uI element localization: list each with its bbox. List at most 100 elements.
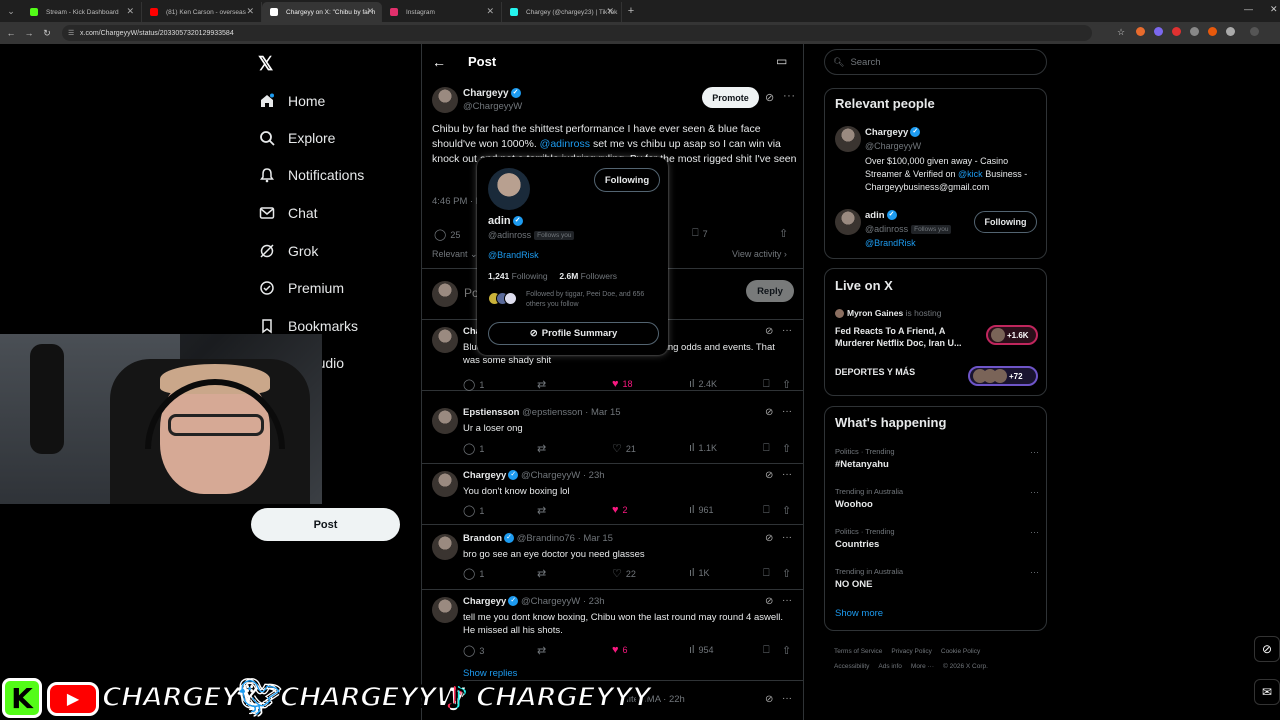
- person-handle[interactable]: @ChargeyyW: [865, 141, 921, 151]
- bio-link[interactable]: @BrandRisk: [865, 237, 1040, 250]
- more-options-icon[interactable]: ···: [783, 90, 796, 102]
- promote-button[interactable]: Promote: [702, 87, 759, 108]
- following-button[interactable]: Following: [974, 211, 1037, 233]
- reader-mode-icon[interactable]: ▭: [776, 54, 787, 68]
- repost-action[interactable]: ⇄: [537, 567, 550, 580]
- compose-post-button[interactable]: Post: [251, 508, 400, 541]
- comment-item[interactable]: Chargeyy ✓ @ChargeyyW · 23h ⊘ ··· You don…: [422, 465, 803, 525]
- footer-link[interactable]: More ···: [911, 663, 934, 670]
- author-avatar[interactable]: [432, 87, 458, 113]
- reply-action[interactable]: ◯ 3: [463, 644, 484, 657]
- tweet-timestamp[interactable]: 4:46 PM · M: [432, 196, 484, 207]
- more-options-icon[interactable]: ···: [782, 693, 792, 704]
- person-avatar[interactable]: [835, 209, 861, 235]
- hovercard-handle[interactable]: @adinross Follows you: [488, 230, 575, 241]
- reply-action[interactable]: ◯ 1: [463, 442, 484, 455]
- trend-item[interactable]: Politics · Trending #Netanyahu: [835, 447, 895, 470]
- reply-action[interactable]: ◯ 25: [434, 228, 460, 241]
- extension-icon[interactable]: [1172, 27, 1181, 36]
- site-info-icon[interactable]: ☰: [68, 29, 74, 37]
- hovercard-name[interactable]: adin ✓: [488, 215, 523, 227]
- like-action[interactable]: ♥ 18: [612, 378, 633, 390]
- more-options-icon[interactable]: ···: [782, 532, 792, 543]
- commenter-handle[interactable]: @ChargeyyW: [521, 596, 580, 607]
- trend-more-icon[interactable]: ···: [1030, 567, 1039, 577]
- footer-link[interactable]: Privacy Policy: [891, 648, 931, 655]
- url-field[interactable]: ☰ x.com/ChargeyyW/status/203305732012993…: [62, 25, 1092, 41]
- browser-tab-youtube[interactable]: (81) Ken Carson - overseas ✕: [142, 2, 262, 22]
- following-count[interactable]: 1,241: [488, 271, 509, 281]
- author-name[interactable]: Chargeyy ✓: [463, 88, 521, 99]
- like-action[interactable]: ♥ 6: [612, 644, 628, 656]
- profile-summary-button[interactable]: ⊘ Profile Summary: [488, 322, 659, 345]
- bookmark-action[interactable]: ⎕: [763, 378, 774, 391]
- like-action[interactable]: ♥ 2: [612, 504, 628, 516]
- browser-tab-tiktok[interactable]: Chargey (@chargey23) | TikTok ✕: [502, 2, 622, 22]
- grok-explain-icon[interactable]: ⊘: [765, 326, 773, 337]
- bio-link[interactable]: @kick: [958, 169, 983, 179]
- comment-time[interactable]: · Mar 15: [585, 407, 620, 418]
- comment-time[interactable]: · Mar 15: [578, 533, 613, 544]
- share-action[interactable]: ⇧: [782, 378, 795, 391]
- live-host[interactable]: Myron Gaines is hosting: [835, 308, 942, 319]
- nav-item-chat[interactable]: Chat: [258, 201, 318, 225]
- share-action[interactable]: ⇧: [782, 504, 795, 517]
- nav-item-explore[interactable]: Explore: [258, 126, 335, 150]
- view-activity-link[interactable]: View activity ›: [732, 249, 787, 259]
- followers-count[interactable]: 2.6M: [559, 271, 578, 281]
- like-action[interactable]: ♡ 21: [612, 442, 636, 455]
- browser-tab-instagram[interactable]: Instagram ✕: [382, 2, 502, 22]
- footer-link[interactable]: Accessibility: [834, 663, 869, 670]
- nav-item-home[interactable]: Home: [258, 89, 325, 113]
- tab-close-icon[interactable]: ✕: [366, 6, 374, 17]
- bookmark-action[interactable]: ⎕: [763, 644, 774, 657]
- views-action[interactable]: ıl 1.1K: [689, 442, 717, 454]
- live-title[interactable]: DEPORTES Y MÁS: [835, 367, 915, 377]
- bookmark-star-icon[interactable]: ☆: [1112, 27, 1130, 38]
- tab-search-icon[interactable]: ⌄: [0, 0, 22, 22]
- hovercard-avatar[interactable]: [488, 168, 530, 210]
- live-listeners-pill[interactable]: +1.6K: [986, 325, 1038, 345]
- comment-time[interactable]: · 23h: [583, 596, 605, 607]
- share-action[interactable]: ⇧: [782, 442, 795, 455]
- commenter-name[interactable]: Chargeyy: [463, 470, 506, 481]
- profile-avatar-icon[interactable]: [1250, 27, 1259, 36]
- bookmark-action[interactable]: ⎕ 7: [692, 227, 708, 240]
- trend-more-icon[interactable]: ···: [1030, 487, 1039, 497]
- person-name[interactable]: Chargeyy ✓: [865, 127, 921, 138]
- following-button[interactable]: Following: [594, 168, 660, 192]
- comment-item[interactable]: Chargeyy ✓ @ChargeyyW · 23h ⊘ ··· tell me…: [422, 591, 803, 669]
- trend-more-icon[interactable]: ···: [1030, 527, 1039, 537]
- trend-item[interactable]: Trending in Australia NO ONE: [835, 567, 903, 590]
- like-action[interactable]: ♡ 22: [612, 567, 636, 580]
- more-options-icon[interactable]: ···: [782, 325, 792, 336]
- views-action[interactable]: ıl 1K: [689, 567, 710, 579]
- mention-link[interactable]: @adinross: [540, 138, 590, 150]
- grok-explain-icon[interactable]: ⊘: [765, 533, 773, 544]
- reply-action[interactable]: ◯ 1: [463, 567, 484, 580]
- commenter-handle[interactable]: @Brandino76: [517, 533, 575, 544]
- commenter-avatar[interactable]: [432, 471, 458, 497]
- footer-link[interactable]: Cookie Policy: [941, 648, 980, 655]
- grok-explain-icon[interactable]: ⊘: [765, 596, 773, 607]
- nav-item-premium[interactable]: Premium: [258, 276, 344, 300]
- show-more-link[interactable]: Show more: [835, 608, 883, 619]
- live-title[interactable]: Fed Reacts To A Friend, A Murderer Netfl…: [835, 325, 975, 349]
- minimize-icon[interactable]: —: [1244, 4, 1253, 14]
- grok-explain-icon[interactable]: ⊘: [765, 407, 773, 418]
- share-action[interactable]: ⇧: [779, 227, 792, 240]
- x-logo-icon[interactable]: 𝕏: [258, 53, 273, 76]
- more-options-icon[interactable]: ···: [782, 469, 792, 480]
- views-action[interactable]: ıl 961: [689, 504, 714, 516]
- commenter-name[interactable]: Epstiensson: [463, 407, 520, 418]
- comment-time[interactable]: · 23h: [583, 470, 605, 481]
- author-handle[interactable]: @ChargeyyW: [463, 101, 522, 112]
- repost-action[interactable]: ⇄: [537, 378, 550, 391]
- commenter-name[interactable]: Chargeyy: [463, 596, 506, 607]
- nav-item-grok[interactable]: Grok: [258, 239, 318, 263]
- back-icon[interactable]: ←: [2, 28, 20, 38]
- comment-item[interactable]: Brandon ✓ @Brandino76 · Mar 15 ⊘ ··· bro …: [422, 528, 803, 590]
- footer-link[interactable]: Ads info: [878, 663, 902, 670]
- person-name[interactable]: adin ✓: [865, 210, 897, 221]
- bookmark-action[interactable]: ⎕: [763, 442, 774, 455]
